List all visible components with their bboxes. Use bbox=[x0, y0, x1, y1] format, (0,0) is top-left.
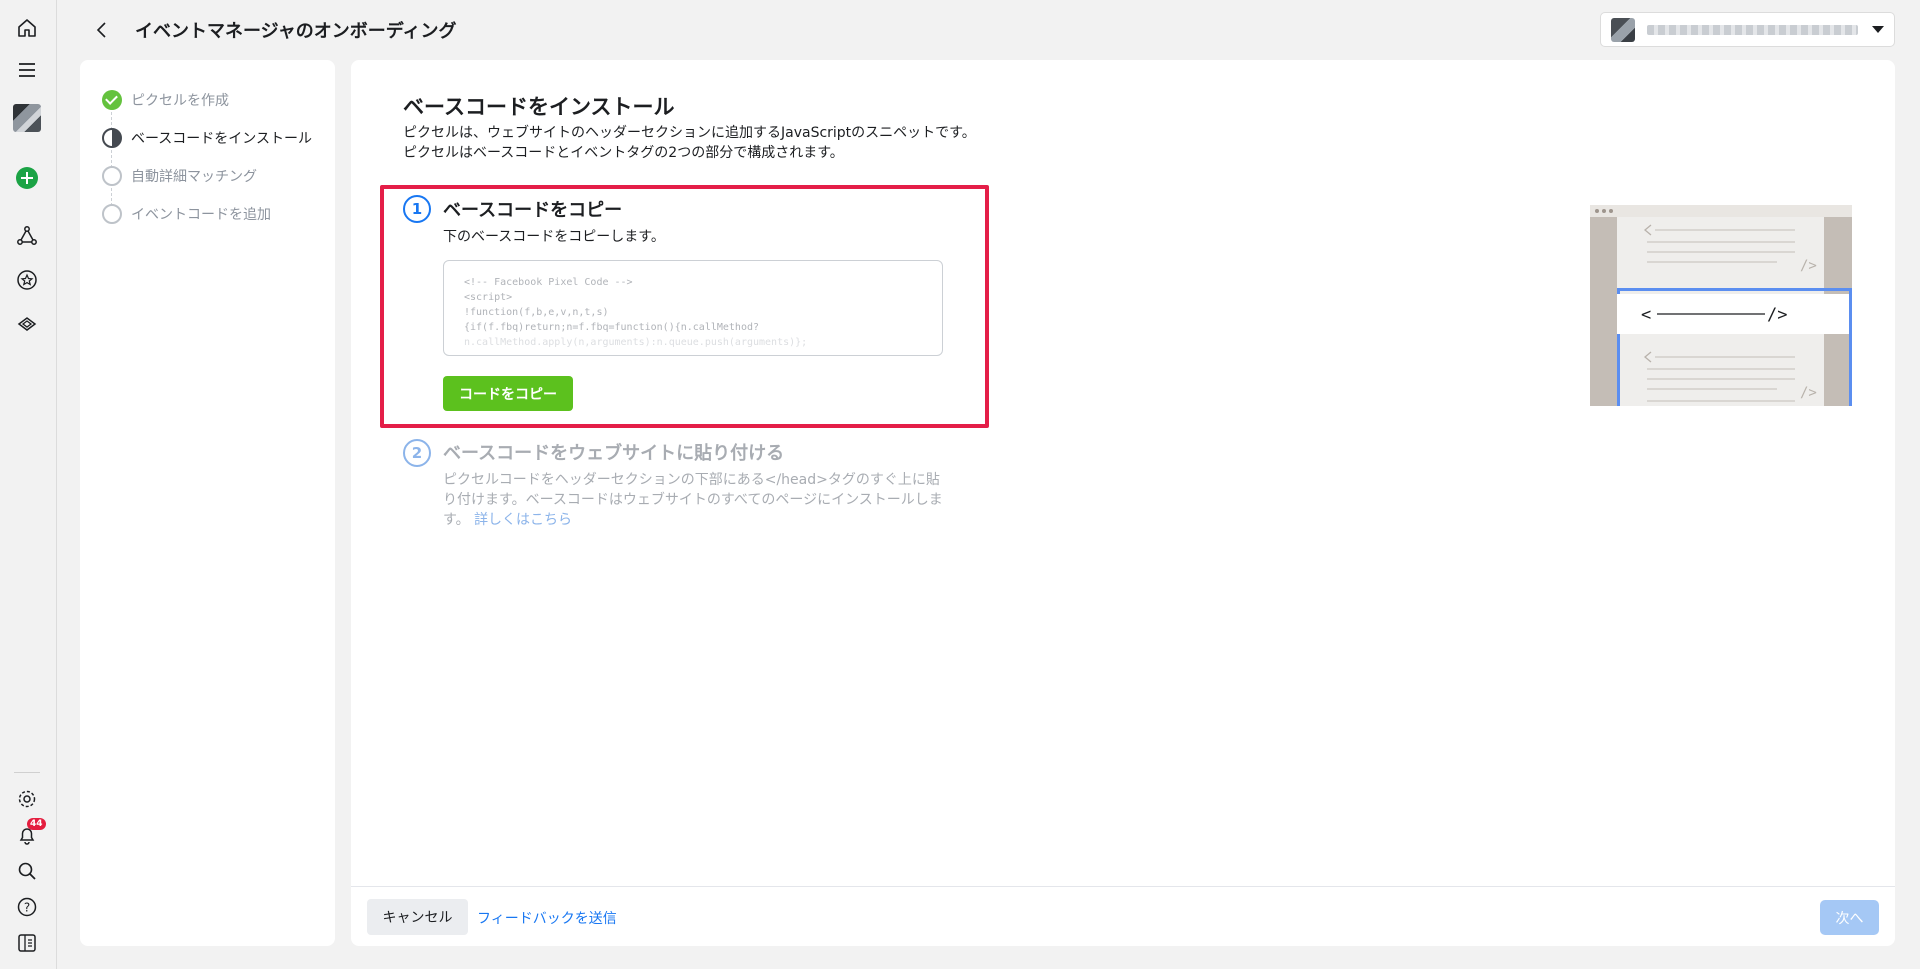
base-code-box[interactable]: <!-- Facebook Pixel Code --> <script> !f… bbox=[443, 260, 943, 356]
step2-description: ピクセルコードをヘッダーセクションの下部にある</head>タグのすぐ上に貼り付… bbox=[443, 470, 953, 530]
step-install-base-code[interactable]: ベースコードをインストール bbox=[102, 128, 312, 148]
bell-icon[interactable]: 44 bbox=[13, 818, 46, 849]
next-button[interactable]: 次へ bbox=[1820, 900, 1879, 935]
browser-dot bbox=[1595, 209, 1599, 213]
head-code-line: < /> bbox=[1617, 294, 1849, 334]
gear-icon[interactable] bbox=[13, 785, 41, 813]
star-icon[interactable] bbox=[13, 266, 41, 294]
head-code-graphic: < /> bbox=[1641, 305, 1787, 325]
browser-dot bbox=[1602, 209, 1606, 213]
search-icon[interactable] bbox=[13, 857, 41, 885]
step-create-pixel[interactable]: ピクセルを作成 bbox=[102, 90, 229, 110]
data-sources-icon[interactable] bbox=[13, 222, 41, 250]
step-label: ベースコードをインストール bbox=[131, 131, 313, 147]
section-title: ベースコードをインストール bbox=[403, 95, 675, 119]
partner-icon[interactable] bbox=[13, 310, 41, 338]
page-title: イベントマネージャのオンボーディング bbox=[135, 21, 457, 42]
code-line: <!-- Facebook Pixel Code --> bbox=[464, 277, 633, 288]
step-number-badge: 2 bbox=[403, 439, 431, 467]
menu-icon[interactable] bbox=[13, 56, 41, 84]
description-line: ピクセルは、ウェブサイトのヘッダーセクションに追加するJavaScriptのスニ… bbox=[403, 125, 976, 141]
svg-text:/>: /> bbox=[1767, 305, 1787, 325]
code-placement-illustration: /> /> < /> bbox=[1590, 205, 1852, 406]
account-name-redacted bbox=[1647, 24, 1858, 35]
code-line: {if(f.fbq)return;n=f.fbq=function(){n.ca… bbox=[464, 322, 760, 333]
step-label: 自動詳細マッチング bbox=[131, 169, 257, 185]
cancel-button[interactable]: キャンセル bbox=[367, 899, 468, 935]
step1-subtitle: 下のベースコードをコピーします。 bbox=[443, 229, 665, 245]
caret-down-icon bbox=[1872, 26, 1884, 33]
empty-circle-icon bbox=[102, 204, 122, 224]
svg-text:<: < bbox=[1641, 305, 1651, 325]
check-circle-icon bbox=[102, 90, 122, 110]
back-button[interactable] bbox=[88, 16, 116, 44]
home-icon[interactable] bbox=[13, 14, 41, 42]
svg-text:/>: /> bbox=[1800, 258, 1817, 274]
copy-code-button[interactable]: コードをコピー bbox=[443, 376, 573, 411]
chevron-left-icon bbox=[96, 22, 106, 38]
send-feedback-link[interactable]: フィードバックを送信 bbox=[477, 908, 617, 928]
help-icon[interactable]: ? bbox=[13, 893, 41, 921]
description-line: ピクセルはベースコードとイベントタグの2つの部分で構成されます。 bbox=[403, 145, 844, 161]
browser-bar bbox=[1590, 205, 1852, 217]
account-avatar-small bbox=[1611, 17, 1635, 42]
svg-text:?: ? bbox=[24, 901, 30, 915]
code-line: <script> bbox=[464, 292, 513, 303]
step1-title: ベースコードをコピー bbox=[443, 200, 623, 221]
nav-rail: 44 ? bbox=[0, 0, 57, 969]
learn-more-link[interactable]: 詳しくはこちら bbox=[474, 512, 572, 528]
create-icon[interactable] bbox=[13, 164, 41, 192]
code-line: n.callMethod.apply(n,arguments):n.queue.… bbox=[464, 337, 808, 348]
panel-toggle-icon[interactable] bbox=[13, 929, 41, 957]
account-selector[interactable] bbox=[1600, 12, 1895, 47]
step-advanced-matching[interactable]: 自動詳細マッチング bbox=[102, 166, 257, 186]
step-number-badge: 1 bbox=[403, 195, 431, 223]
step-label: ピクセルを作成 bbox=[131, 93, 229, 109]
rail-divider bbox=[14, 772, 40, 773]
step-label: イベントコードを追加 bbox=[131, 207, 271, 223]
step-add-event-code[interactable]: イベントコードを追加 bbox=[102, 204, 271, 224]
half-circle-icon bbox=[102, 128, 122, 148]
browser-dot bbox=[1609, 209, 1613, 213]
notification-badge: 44 bbox=[27, 818, 46, 830]
code-line: !function(f,b,e,v,n,t,s) bbox=[464, 307, 609, 318]
steps-sidebar: ピクセルを作成 ベースコードをインストール 自動詳細マッチング イベントコードを… bbox=[80, 60, 335, 946]
section-description: ピクセルは、ウェブサイトのヘッダーセクションに追加するJavaScriptのスニ… bbox=[403, 123, 976, 163]
empty-circle-icon bbox=[102, 166, 122, 186]
account-avatar[interactable] bbox=[13, 104, 41, 132]
step2-title: ベースコードをウェブサイトに貼り付ける bbox=[443, 443, 785, 464]
